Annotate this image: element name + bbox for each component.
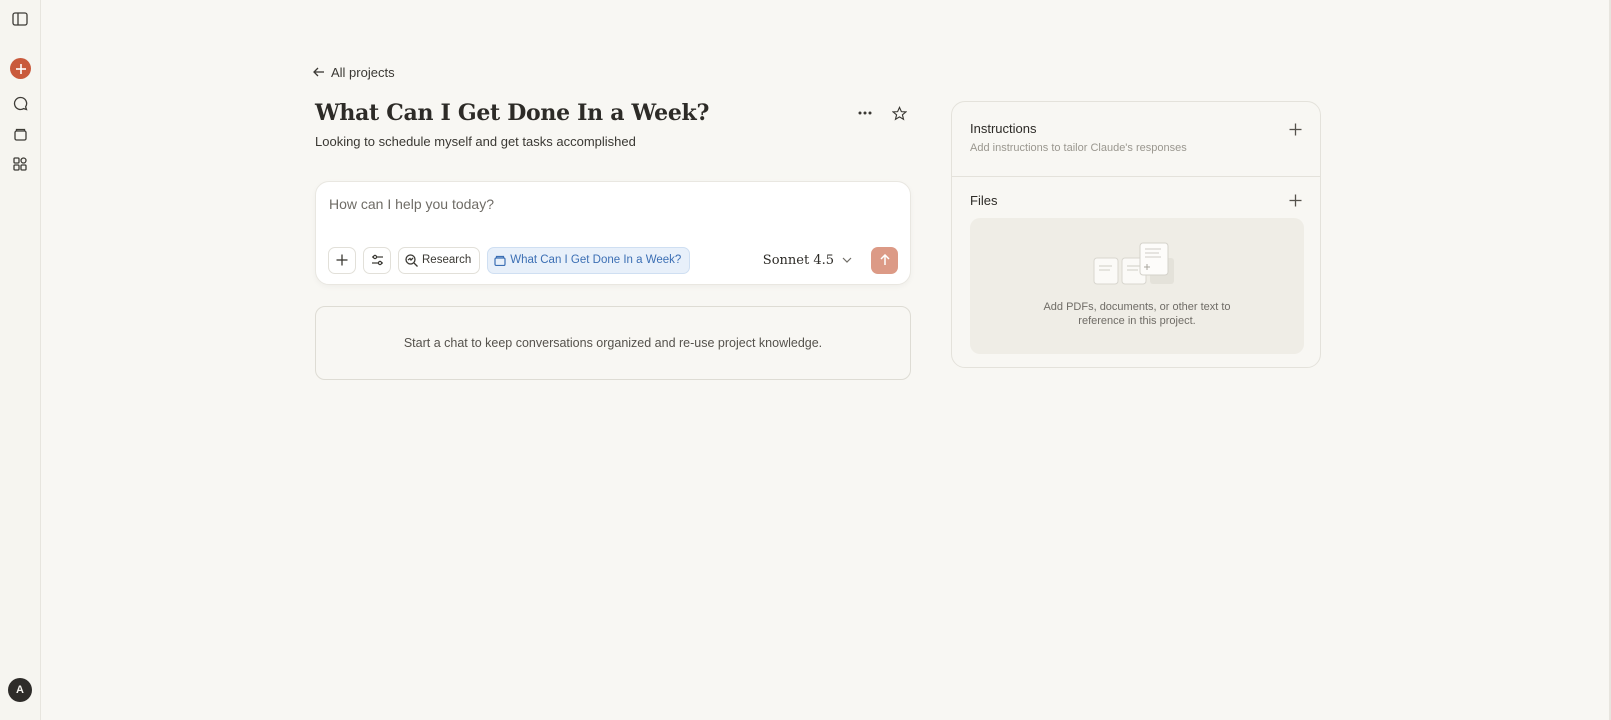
- sidebar-rail: A: [0, 0, 41, 720]
- send-button[interactable]: [871, 246, 898, 274]
- chat-composer: How can I help you today? Research What …: [315, 181, 911, 285]
- files-hint: Add PDFs, documents, or other text to re…: [1043, 301, 1231, 327]
- conversations-empty-state: Start a chat to keep conversations organ…: [315, 306, 911, 380]
- project-knowledge-panel: Instructions Add instructions to tailor …: [951, 101, 1321, 368]
- tools-button[interactable]: [363, 246, 391, 274]
- attach-button[interactable]: [328, 246, 356, 274]
- projects-icon[interactable]: [9, 123, 31, 145]
- composer-toolbar: Research What Can I Get Done In a Week? …: [328, 246, 898, 274]
- documents-illustration-icon: [1093, 242, 1174, 285]
- research-icon: [405, 253, 418, 267]
- instructions-title: Instructions: [970, 121, 1037, 136]
- arrow-left-icon: [313, 67, 324, 77]
- all-projects-link[interactable]: All projects: [313, 62, 395, 82]
- message-input[interactable]: How can I help you today?: [329, 196, 494, 212]
- research-label: Research: [422, 254, 472, 266]
- model-name: Sonnet 4.5: [762, 252, 834, 268]
- project-icon: [494, 255, 506, 266]
- chevron-down-icon: [842, 257, 852, 263]
- project-chip[interactable]: What Can I Get Done In a Week?: [487, 246, 691, 274]
- panel-divider: [952, 176, 1320, 177]
- add-files-button[interactable]: [1286, 191, 1304, 209]
- user-avatar[interactable]: A: [8, 678, 32, 702]
- new-chat-button[interactable]: [10, 58, 31, 79]
- research-button[interactable]: Research: [398, 246, 481, 274]
- sidebar-toggle-icon[interactable]: [9, 8, 31, 30]
- files-title: Files: [970, 193, 998, 208]
- file-dropzone[interactable]: Add PDFs, documents, or other text to re…: [970, 218, 1304, 354]
- sliders-icon: [371, 254, 383, 266]
- project-chip-label: What Can I Get Done In a Week?: [510, 254, 682, 266]
- instructions-description: Add instructions to tailor Claude's resp…: [970, 142, 1187, 154]
- arrow-up-icon: [879, 254, 890, 265]
- chats-icon[interactable]: [9, 92, 31, 114]
- star-icon[interactable]: [889, 103, 909, 123]
- plus-icon: [1289, 194, 1301, 206]
- artifacts-icon[interactable]: [9, 153, 31, 175]
- plus-icon: [1289, 123, 1301, 135]
- title-actions: [855, 103, 909, 123]
- model-selector[interactable]: Sonnet 4.5: [763, 253, 852, 268]
- all-projects-label: All projects: [331, 64, 395, 80]
- app-window: A All projects What Can I Get Done In a …: [0, 0, 1611, 720]
- more-options-icon[interactable]: [855, 103, 875, 123]
- project-title: What Can I Get Done In a Week?: [315, 100, 710, 126]
- add-instructions-button[interactable]: [1286, 120, 1304, 138]
- empty-state-text: Start a chat to keep conversations organ…: [403, 336, 823, 350]
- plus-icon: [336, 254, 348, 266]
- plus-icon: [15, 63, 26, 74]
- project-description: Looking to schedule myself and get tasks…: [315, 134, 636, 149]
